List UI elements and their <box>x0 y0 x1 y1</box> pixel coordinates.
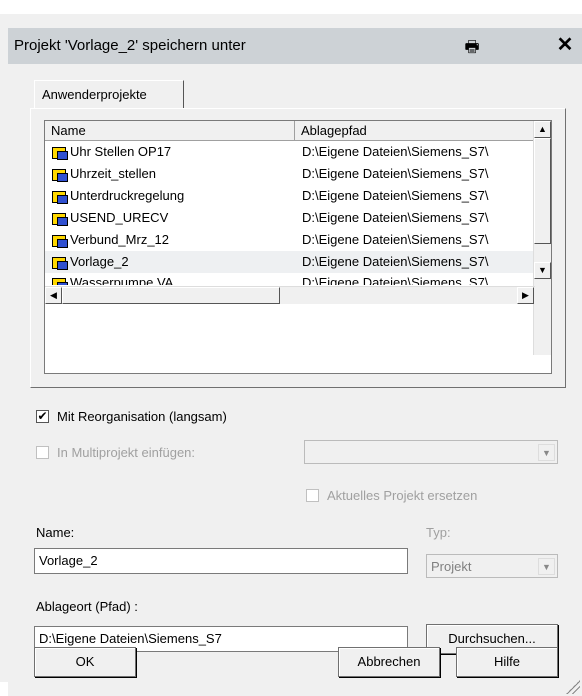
multiproject-label: In Multiprojekt einfügen: <box>57 445 196 460</box>
checkbox-icon[interactable] <box>306 489 319 502</box>
scroll-down-icon[interactable]: ▼ <box>534 262 551 279</box>
multiproject-select[interactable]: ▼ <box>304 440 558 464</box>
project-icon <box>51 167 68 182</box>
item-path: D:\Eigene Dateien\Siemens_S7\ <box>302 232 489 247</box>
ok-button[interactable]: OK <box>34 647 136 677</box>
close-button[interactable]: ✕ <box>554 34 576 56</box>
item-path: D:\Eigene Dateien\Siemens_S7\ <box>302 275 489 285</box>
item-path: D:\Eigene Dateien\Siemens_S7\ <box>302 254 489 269</box>
project-icon <box>51 145 68 160</box>
item-path: D:\Eigene Dateien\Siemens_S7\ <box>302 166 489 181</box>
list-item[interactable]: Wasserpumpe VA D:\Eigene Dateien\Siemens… <box>45 273 533 285</box>
vertical-scrollbar[interactable]: ▲ ▼ <box>533 121 551 355</box>
item-path: D:\Eigene Dateien\Siemens_S7\ <box>302 210 489 225</box>
save-as-dialog: Projekt 'Vorlage_2' speichern unter 🖶 ✕ … <box>0 0 582 696</box>
checkbox-icon[interactable] <box>36 446 49 459</box>
window-title: Projekt 'Vorlage_2' speichern unter <box>14 37 246 54</box>
project-icon <box>51 189 68 204</box>
item-name: Wasserpumpe VA <box>70 275 174 285</box>
item-name: Uhrzeit_stellen <box>70 166 156 181</box>
dialog-body: Anwenderprojekte Name Ablagepfad Uhr Ste… <box>8 64 582 696</box>
list-item[interactable]: Uhr Stellen OP17 D:\Eigene Dateien\Sieme… <box>45 141 533 163</box>
item-name: Verbund_Mrz_12 <box>70 232 170 247</box>
item-name: Uhr Stellen OP17 <box>70 144 172 159</box>
scroll-left-icon[interactable]: ◀ <box>45 287 62 304</box>
tab-anwenderprojekte[interactable]: Anwenderprojekte <box>34 80 184 108</box>
item-name: Unterdruckregelung <box>70 188 185 203</box>
replace-project-checkbox[interactable]: Aktuelles Projekt ersetzen <box>306 488 477 503</box>
item-name: Vorlage_2 <box>70 254 129 269</box>
path-label: Ablageort (Pfad) : <box>36 599 138 614</box>
list-item-selected[interactable]: Vorlage_2 D:\Eigene Dateien\Siemens_S7\ <box>45 251 533 273</box>
type-value: Projekt <box>431 559 472 574</box>
scroll-right-icon[interactable]: ▶ <box>517 287 534 304</box>
type-label: Typ: <box>426 525 451 540</box>
column-header-path[interactable]: Ablagepfad <box>295 121 533 141</box>
chevron-down-icon[interactable]: ▼ <box>538 444 555 461</box>
column-header-name[interactable]: Name <box>45 121 295 141</box>
name-input[interactable]: Vorlage_2 <box>34 548 408 574</box>
scroll-thumb[interactable] <box>534 138 551 244</box>
item-name: USEND_URECV <box>70 210 169 225</box>
cancel-button[interactable]: Abbrechen <box>338 647 440 677</box>
project-icon <box>51 211 68 226</box>
help-button[interactable]: Hilfe <box>456 647 558 677</box>
project-list[interactable]: Name Ablagepfad Uhr Stellen OP17 D:\Eige… <box>44 120 552 374</box>
list-item[interactable]: Verbund_Mrz_12 D:\Eigene Dateien\Siemens… <box>45 229 533 251</box>
horizontal-scrollbar[interactable]: ◀ ▶ <box>45 286 535 304</box>
scroll-up-icon[interactable]: ▲ <box>534 121 551 138</box>
replace-project-label: Aktuelles Projekt ersetzen <box>327 488 478 503</box>
hscroll-thumb[interactable] <box>62 287 280 304</box>
reorg-label: Mit Reorganisation (langsam) <box>57 409 227 424</box>
item-path: D:\Eigene Dateien\Siemens_S7\ <box>302 188 489 203</box>
title-bar[interactable]: Projekt 'Vorlage_2' speichern unter 🖶 ✕ <box>8 28 582 64</box>
print-icon[interactable]: 🖶 <box>460 36 484 56</box>
chevron-down-icon[interactable]: ▼ <box>538 558 555 575</box>
list-item[interactable]: USEND_URECV D:\Eigene Dateien\Siemens_S7… <box>45 207 533 229</box>
type-select[interactable]: Projekt ▼ <box>426 554 558 578</box>
project-icon <box>51 233 68 248</box>
multiproject-checkbox[interactable]: In Multiprojekt einfügen: <box>36 445 195 460</box>
list-item[interactable]: Unterdruckregelung D:\Eigene Dateien\Sie… <box>45 185 533 207</box>
reorg-checkbox[interactable]: ✔ Mit Reorganisation (langsam) <box>36 409 227 424</box>
checkmark-icon[interactable]: ✔ <box>36 410 49 423</box>
list-item[interactable]: Uhrzeit_stellen D:\Eigene Dateien\Siemen… <box>45 163 533 185</box>
resize-grip-icon[interactable] <box>566 680 580 694</box>
project-icon <box>51 276 68 285</box>
name-label: Name: <box>36 525 75 540</box>
item-path: D:\Eigene Dateien\Siemens_S7\ <box>302 144 489 159</box>
project-icon <box>51 255 68 270</box>
